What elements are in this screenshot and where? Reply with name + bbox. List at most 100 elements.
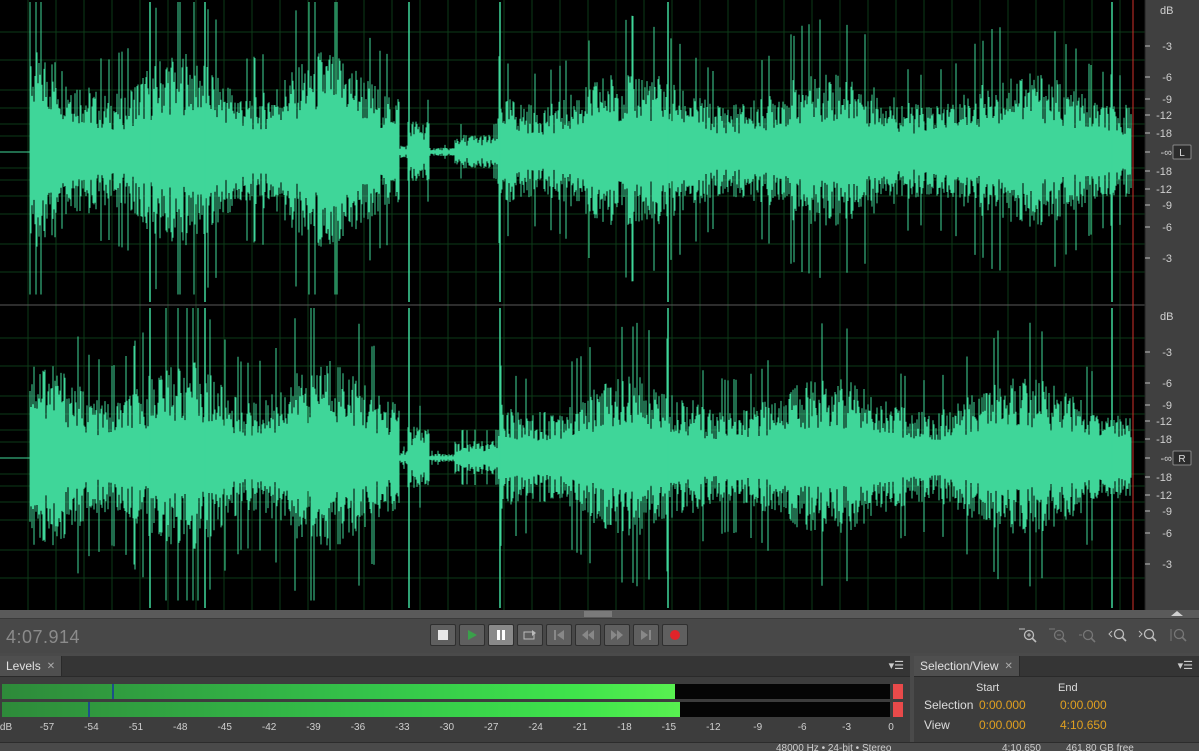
transport-controls xyxy=(430,624,688,646)
selection-start-field[interactable]: 0:00.000 xyxy=(979,698,1026,712)
ruler-tick-label: -6 xyxy=(1162,222,1172,234)
ruler-tick-label: -18 xyxy=(1156,434,1172,446)
level-meter-left xyxy=(2,684,890,699)
selection-row-label: Selection xyxy=(924,698,974,712)
ruler-tick-label: -6 xyxy=(1162,528,1172,540)
levels-scale-label: -3 xyxy=(842,722,852,733)
zoom-selection-button[interactable] xyxy=(1167,626,1189,644)
levels-scale-label: -39 xyxy=(306,722,321,733)
levels-scale-label: -24 xyxy=(528,722,543,733)
levels-scale-label: -57 xyxy=(39,722,55,733)
levels-scale-label: -48 xyxy=(173,722,188,733)
clip-indicator-right[interactable] xyxy=(893,702,903,717)
zoom-in-time-button[interactable] xyxy=(1107,626,1129,644)
skip-previous-icon xyxy=(554,630,564,640)
selection-view-tab-label: Selection/View xyxy=(920,659,999,673)
level-meter-left-fill xyxy=(2,684,676,699)
record-icon xyxy=(670,630,680,640)
zoom-selection-icon xyxy=(1170,628,1187,642)
ruler-center-label: -∞ xyxy=(1160,453,1172,465)
view-end-field[interactable]: 4:10.650 xyxy=(1060,718,1107,732)
waveform-display[interactable]: dB -3 -6 -9 -12 -18 -∞ -18 -12 -9 -6 -3 LdB -3 -6 -9 -12… xyxy=(0,0,1199,618)
levels-scale-label: -30 xyxy=(439,722,455,733)
view-row-label: View xyxy=(924,718,950,732)
ruler-center-label: -∞ xyxy=(1160,147,1172,159)
ruler-tick-label: -9 xyxy=(1162,94,1172,106)
ruler-tick-label: -9 xyxy=(1162,400,1172,412)
close-icon[interactable]: ✕ xyxy=(1005,661,1013,672)
clip-indicator-left[interactable] xyxy=(893,684,903,699)
ruler-tick-label: -12 xyxy=(1156,184,1172,196)
stop-icon xyxy=(438,630,448,640)
ruler-tick-label: -3 xyxy=(1162,41,1172,53)
levels-scale-label: -18 xyxy=(617,722,632,733)
end-column-header: End xyxy=(1058,682,1078,694)
levels-scale-label: -54 xyxy=(84,722,99,733)
zoom-out-time-icon xyxy=(1138,628,1157,642)
selection-view-panel-menu-icon[interactable]: ▾☰ xyxy=(1178,659,1193,672)
levels-scale: dB -57 -54 -51 -48 -45 -42 -39 -36 -33 -30 -27 -24 -2… xyxy=(0,722,910,736)
scrollbar-grip[interactable] xyxy=(584,611,612,617)
ruler-tick-label: -12 xyxy=(1156,110,1172,122)
levels-scale-label: -21 xyxy=(572,722,588,733)
waveform-right xyxy=(29,308,1132,601)
skip-next-button[interactable] xyxy=(633,624,659,646)
levels-tab[interactable]: Levels ✕ xyxy=(0,656,63,676)
ruler-tick-label: -12 xyxy=(1156,490,1172,502)
amplitude-ruler xyxy=(1145,0,1199,610)
pause-icon xyxy=(497,630,505,640)
zoom-out-amplitude-icon xyxy=(1049,628,1067,643)
fast-forward-button[interactable] xyxy=(604,624,630,646)
levels-panel-menu-icon[interactable]: ▾☰ xyxy=(889,659,904,672)
level-meter-right-fill xyxy=(2,702,681,717)
levels-scale-label: -42 xyxy=(261,722,277,733)
play-icon xyxy=(468,630,477,640)
levels-scale-unit: dB xyxy=(0,722,13,733)
waveform-left xyxy=(29,2,1132,295)
pause-button[interactable] xyxy=(488,624,514,646)
levels-scale-label: -36 xyxy=(350,722,366,733)
skip-next-icon xyxy=(641,630,651,640)
zoom-in-amplitude-icon xyxy=(1019,628,1037,643)
stop-button[interactable] xyxy=(430,624,456,646)
close-icon[interactable]: ✕ xyxy=(47,661,55,672)
levels-scale-label: -9 xyxy=(753,722,763,733)
levels-scale-label: -15 xyxy=(661,722,677,733)
levels-tab-label: Levels xyxy=(6,659,41,673)
zoom-in-amplitude-button[interactable] xyxy=(1017,626,1039,644)
zoom-full-button[interactable] xyxy=(1077,626,1099,644)
time-display: 4:07.914 xyxy=(6,627,81,647)
move-playhead-icon xyxy=(523,630,536,640)
selection-view-tab[interactable]: Selection/View ✕ xyxy=(914,656,1020,676)
zoom-in-time-icon xyxy=(1108,628,1127,642)
levels-scale-label: 0 xyxy=(888,722,894,733)
ruler-tick-label: -3 xyxy=(1162,253,1172,265)
zoom-out-amplitude-button[interactable] xyxy=(1047,626,1069,644)
move-playhead-button[interactable] xyxy=(517,624,543,646)
waveform-editor[interactable]: dB -3 -6 -9 -12 -18 -∞ -18 -12 -9 -6 -3 LdB -3 -6 -9 -12… xyxy=(0,0,1199,618)
levels-scale-label: -12 xyxy=(706,722,721,733)
channel-label: L xyxy=(1179,148,1185,159)
record-button[interactable] xyxy=(662,624,688,646)
level-meter-left-peak xyxy=(112,684,115,699)
zoom-out-time-button[interactable] xyxy=(1137,626,1159,644)
fast-forward-icon xyxy=(611,630,623,640)
levels-scale-label: -33 xyxy=(395,722,410,733)
ruler-tick-label: -18 xyxy=(1156,166,1172,178)
view-start-field[interactable]: 0:00.000 xyxy=(979,718,1026,732)
ruler-tick-label: -9 xyxy=(1162,200,1172,212)
channel-label: R xyxy=(1178,454,1185,465)
ruler-tick-label: -6 xyxy=(1162,72,1172,84)
selection-end-field[interactable]: 0:00.000 xyxy=(1060,698,1107,712)
rewind-button[interactable] xyxy=(575,624,601,646)
ruler-tick-label: -18 xyxy=(1156,128,1172,140)
selection-view-panel: Selection/View ✕ ▾☰ Start End Selection … xyxy=(914,656,1199,742)
play-button[interactable] xyxy=(459,624,485,646)
level-meter-right-peak xyxy=(88,702,91,717)
ruler-tick-label: -3 xyxy=(1162,559,1172,571)
skip-previous-button[interactable] xyxy=(546,624,572,646)
transport-bar: 4:07.914 xyxy=(0,618,1199,653)
ruler-tick-label: -18 xyxy=(1156,472,1172,484)
ruler-unit-label: dB xyxy=(1160,5,1173,17)
ruler-tick-label: -12 xyxy=(1156,416,1172,428)
